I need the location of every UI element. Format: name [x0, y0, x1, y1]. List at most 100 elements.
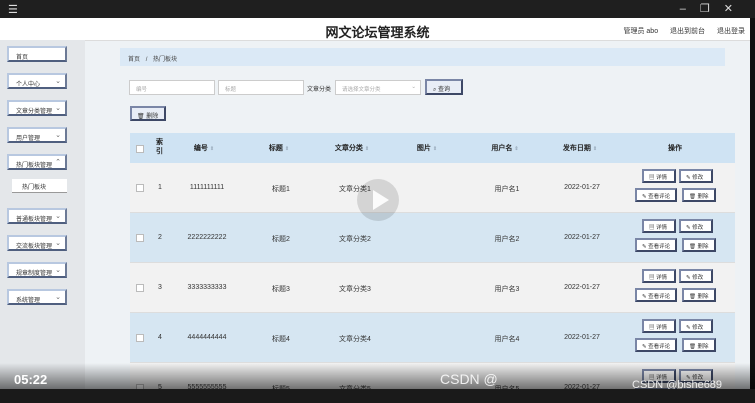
sidebar: 首页 个人中心 ⌄ 文章分类管理 ⌄ 用户管理 ⌄ 热门板块管理 ⌃ 热门板块 普通板块… — [0, 40, 85, 390]
header-date[interactable]: 发布日期 ⇕ — [563, 143, 597, 153]
delete-button[interactable]: 🗑 删除 — [682, 238, 716, 252]
comments-label: 查看评论 — [648, 194, 671, 200]
detail-button[interactable]: ▤ 详情 — [642, 269, 676, 283]
detail-button[interactable]: ▤ 详情 — [642, 319, 676, 333]
chevron-down-icon: ⌄ — [55, 105, 61, 112]
select-all-checkbox[interactable] — [136, 145, 144, 153]
pencil-icon: ✎ — [686, 275, 691, 281]
sidebar-item-category[interactable]: 文章分类管理 ⌄ — [7, 100, 67, 116]
edit-button[interactable]: ✎ 修改 — [679, 169, 713, 183]
pencil-icon: ✎ — [686, 175, 691, 181]
sidebar-item-label: 交流板块管理 — [16, 244, 53, 250]
sidebar-item-rules[interactable]: 规章制度管理 ⌄ — [7, 262, 67, 278]
sidebar-item-hot[interactable]: 热门板块管理 ⌃ — [7, 154, 67, 170]
sidebar-item-label: 热门板块管理 — [16, 163, 53, 169]
cell-code: 4444444444 — [187, 334, 227, 341]
user-label: 管理员 abo — [623, 28, 659, 35]
trash-icon: 🗑 — [689, 194, 696, 200]
window-title-bar: ☰ –❐✕ — [0, 0, 755, 18]
logout-link[interactable]: 退出登录 — [717, 28, 745, 35]
chevron-down-icon: ⌄ — [55, 132, 61, 139]
edit-button[interactable]: ✎ 修改 — [679, 269, 713, 283]
delete-label: 删除 — [697, 294, 709, 300]
document-icon: ▤ — [649, 225, 655, 231]
sidebar-item-label: 文章分类管理 — [16, 109, 53, 115]
sidebar-item-system[interactable]: 系统管理 ⌄ — [7, 289, 67, 305]
table-row: 3 3333333333 标题3 文章分类3 用户名3 2022-01-27 ▤ 详情 ✎ 修… — [130, 263, 735, 313]
header-category[interactable]: 文章分类 ⇕ — [335, 143, 369, 153]
sort-icon: ⇕ — [514, 146, 519, 152]
edit-label: 修改 — [692, 175, 704, 181]
sidebar-item-profile[interactable]: 个人中心 ⌄ — [7, 73, 67, 89]
biaoti-input[interactable]: 标题 — [218, 80, 304, 95]
delete-button[interactable]: 🗑 删除 — [682, 288, 716, 302]
detail-label: 详情 — [656, 325, 668, 331]
sidebar-item-normal[interactable]: 普通板块管理 ⌄ — [7, 208, 67, 224]
chevron-down-icon: ⌄ — [55, 240, 61, 247]
bianhao-input[interactable]: 编号 — [129, 80, 215, 95]
table-row: 4 4444444444 标题4 文章分类4 用户名4 2022-01-27 ▤ 详情 ✎ 修… — [130, 313, 735, 363]
comments-button[interactable]: ✎ 查看评论 — [635, 338, 677, 352]
front-link[interactable]: 退出到前台 — [670, 28, 705, 35]
edit-button[interactable]: ✎ 修改 — [679, 319, 713, 333]
row-checkbox[interactable] — [136, 334, 144, 342]
trash-icon: 🗑 — [689, 344, 696, 350]
delete-button[interactable]: 🗑 删除 — [682, 338, 716, 352]
category-select[interactable]: 请选择文章分类 ⌄ — [335, 80, 421, 95]
window-controls[interactable]: –❐✕ — [680, 2, 747, 15]
breadcrumb: 首页 / 热门板块 — [120, 48, 725, 66]
sidebar-item-label: 规章制度管理 — [16, 271, 53, 277]
row-checkbox[interactable] — [136, 184, 144, 192]
comments-button[interactable]: ✎ 查看评论 — [635, 238, 677, 252]
sidebar-item-label: 首页 — [16, 55, 29, 61]
header-image[interactable]: 图片 ⇕ — [417, 143, 437, 153]
watermark-center: CSDN @ — [440, 371, 498, 387]
cell-date: 2022-01-27 — [564, 284, 600, 291]
comments-button[interactable]: ✎ 查看评论 — [635, 288, 677, 302]
delete-button[interactable]: 🗑 删除 — [682, 188, 716, 202]
data-table: 索引 编号 ⇕ 标题 ⇕ 文章分类 ⇕ 图片 ⇕ 用户名 ⇕ 发布日期 ⇕ 操作 1 1111… — [130, 133, 735, 390]
batch-delete-button[interactable]: 🗑 删除 — [130, 106, 166, 121]
sidebar-item-home[interactable]: 首页 — [7, 46, 67, 62]
play-icon[interactable] — [357, 179, 399, 221]
row-checkbox[interactable] — [136, 284, 144, 292]
breadcrumb-home[interactable]: 首页 — [128, 57, 140, 63]
delete-label: 删除 — [697, 244, 709, 250]
document-icon: ▤ — [649, 175, 655, 181]
sidebar-subitem-hot-board[interactable]: 热门板块 — [12, 179, 67, 193]
table-body: 1 1111111111 标题1 文章分类1 用户名1 2022-01-27 ▤ 详情 ✎ 修… — [130, 163, 735, 390]
hamburger-icon[interactable]: ☰ — [8, 3, 18, 16]
detail-button[interactable]: ▤ 详情 — [642, 219, 676, 233]
sidebar-item-exchange[interactable]: 交流板块管理 ⌄ — [7, 235, 67, 251]
header-title[interactable]: 标题 ⇕ — [269, 143, 289, 153]
trash-icon: 🗑 — [689, 244, 696, 250]
edit-label: 修改 — [692, 225, 704, 231]
cell-code: 2222222222 — [187, 234, 227, 241]
sidebar-subitem-label: 热门板块 — [22, 185, 47, 191]
chevron-down-icon: ⌄ — [55, 294, 61, 301]
cell-date: 2022-01-27 — [564, 234, 600, 241]
delete-label: 删除 — [697, 194, 709, 200]
video-progress-bar[interactable] — [0, 389, 755, 403]
header-user[interactable]: 用户名 ⇕ — [491, 143, 518, 153]
edit-button[interactable]: ✎ 修改 — [679, 219, 713, 233]
pencil-icon: ✎ — [642, 194, 647, 200]
comments-label: 查看评论 — [648, 294, 671, 300]
video-time: 05:22 — [14, 372, 48, 387]
cell-index: 1 — [158, 184, 162, 191]
cell-code: 3333333333 — [187, 284, 227, 291]
header-index: 索引 — [156, 139, 163, 155]
query-button[interactable]: ⌕ 查询 — [425, 79, 463, 95]
query-button-label: 查询 — [438, 87, 451, 93]
sort-icon: ⇕ — [284, 146, 290, 152]
pencil-icon: ✎ — [686, 225, 691, 231]
row-checkbox[interactable] — [136, 234, 144, 242]
sidebar-item-users[interactable]: 用户管理 ⌄ — [7, 127, 67, 143]
comments-button[interactable]: ✎ 查看评论 — [635, 188, 677, 202]
pencil-icon: ✎ — [686, 325, 691, 331]
document-icon: ▤ — [649, 275, 655, 281]
detail-button[interactable]: ▤ 详情 — [642, 169, 676, 183]
header-code[interactable]: 编号 ⇕ — [194, 143, 214, 153]
table-row: 1 1111111111 标题1 文章分类1 用户名1 2022-01-27 ▤ 详情 ✎ 修… — [130, 163, 735, 213]
document-icon: ▤ — [649, 325, 655, 331]
